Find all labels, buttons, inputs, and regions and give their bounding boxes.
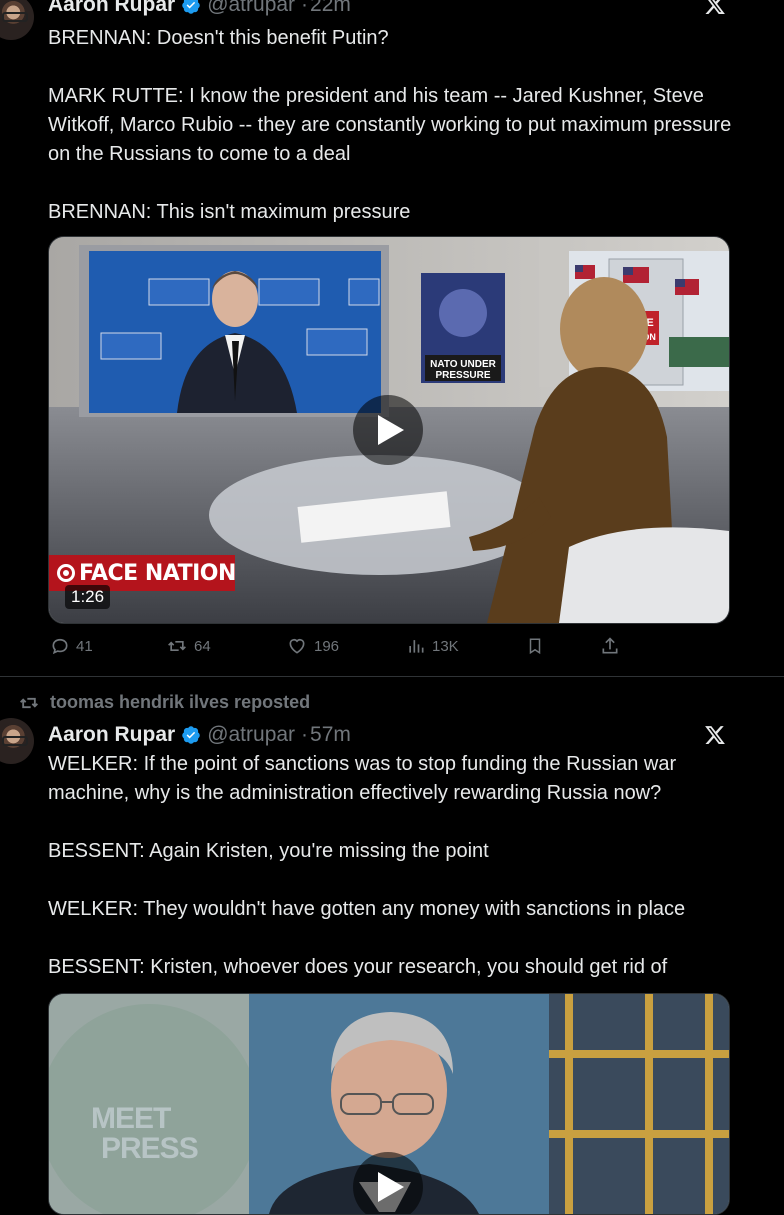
reply-icon [52,638,68,655]
tweet-paragraph: BRENNAN: This isn't maximum pressure [48,201,411,223]
repost-indicator-icon [20,697,38,708]
verified-badge-icon [182,0,200,14]
verified-badge-icon [182,726,200,744]
play-button[interactable] [353,395,423,465]
play-icon [378,1172,404,1202]
face-the-nation-logo: FACE NATION [57,559,236,587]
repost-button[interactable]: 64 [166,631,211,661]
tweet-paragraph: MARK RUTTE: I know the president and his… [48,85,732,165]
tweet-paragraph: WELKER: They wouldn't have gotten any mo… [48,898,686,920]
tweet-time[interactable]: 22m [310,0,351,17]
chyron-line1: NATO UNDER [430,359,497,370]
bookmark-icon [529,638,541,655]
author-avatar[interactable] [0,0,34,40]
like-button[interactable]: 196 [286,631,339,661]
author-handle[interactable]: @atrupar [207,0,295,17]
cbs-eye-icon [57,564,75,582]
views-chart-icon [409,640,424,653]
view-count: 13K [432,637,459,655]
play-button[interactable] [353,1152,423,1214]
share-button[interactable] [600,631,620,661]
reposted-by: toomas hendrik ilves reposted [50,692,311,712]
reply-count: 41 [76,637,93,655]
repost-context[interactable]: toomas hendrik ilves reposted [18,692,310,713]
author-handle[interactable]: @atrupar [207,723,295,747]
tweet-text: WELKER: If the point of sanctions was to… [48,750,738,982]
reply-button[interactable]: 41 [50,631,93,661]
video-duration: 1:26 [65,585,111,609]
tweet-text: BRENNAN: Doesn't this benefit Putin? MAR… [48,24,738,227]
heart-icon [289,638,305,654]
play-icon [378,415,404,445]
tweet-paragraph: WELKER: If the point of sanctions was to… [48,753,677,804]
dot-separator: · [301,0,309,16]
dot-separator: · [301,723,309,746]
tweet-paragraph: BESSENT: Kristen, whoever does your rese… [48,956,668,978]
tweet-actions: 41 64 196 13K [48,631,648,661]
author-name[interactable]: Aaron Rupar [48,0,175,17]
video-player[interactable]: MEET PRESS [48,993,730,1215]
tweet-paragraph: BESSENT: Again Kristen, you're missing t… [48,840,489,862]
repost-count: 64 [194,637,211,655]
tweet-header: Aaron Rupar @atrupar · 57m [48,720,351,750]
video-player[interactable]: NATO UNDER PRESSURE FACE NATION 1:26 [48,236,730,624]
tweet-divider [0,676,784,677]
chyron-line2: PRESSURE [435,370,490,381]
author-name[interactable]: Aaron Rupar [48,723,175,747]
tweet-header: Aaron Rupar @atrupar · 22m [48,0,351,20]
x-logo-icon[interactable] [704,0,726,16]
like-count: 196 [314,637,340,655]
bookmark-button[interactable] [526,631,544,661]
x-logo-icon[interactable] [704,724,726,746]
tweet-time[interactable]: 57m [310,723,351,747]
tweet-paragraph: BRENNAN: Doesn't this benefit Putin? [48,27,389,49]
share-icon [602,637,618,654]
repost-icon [168,641,186,651]
views-button[interactable]: 13K [406,631,459,661]
meet-the-press-logo: MEET PRESS [91,1102,199,1165]
author-avatar[interactable] [0,718,34,764]
